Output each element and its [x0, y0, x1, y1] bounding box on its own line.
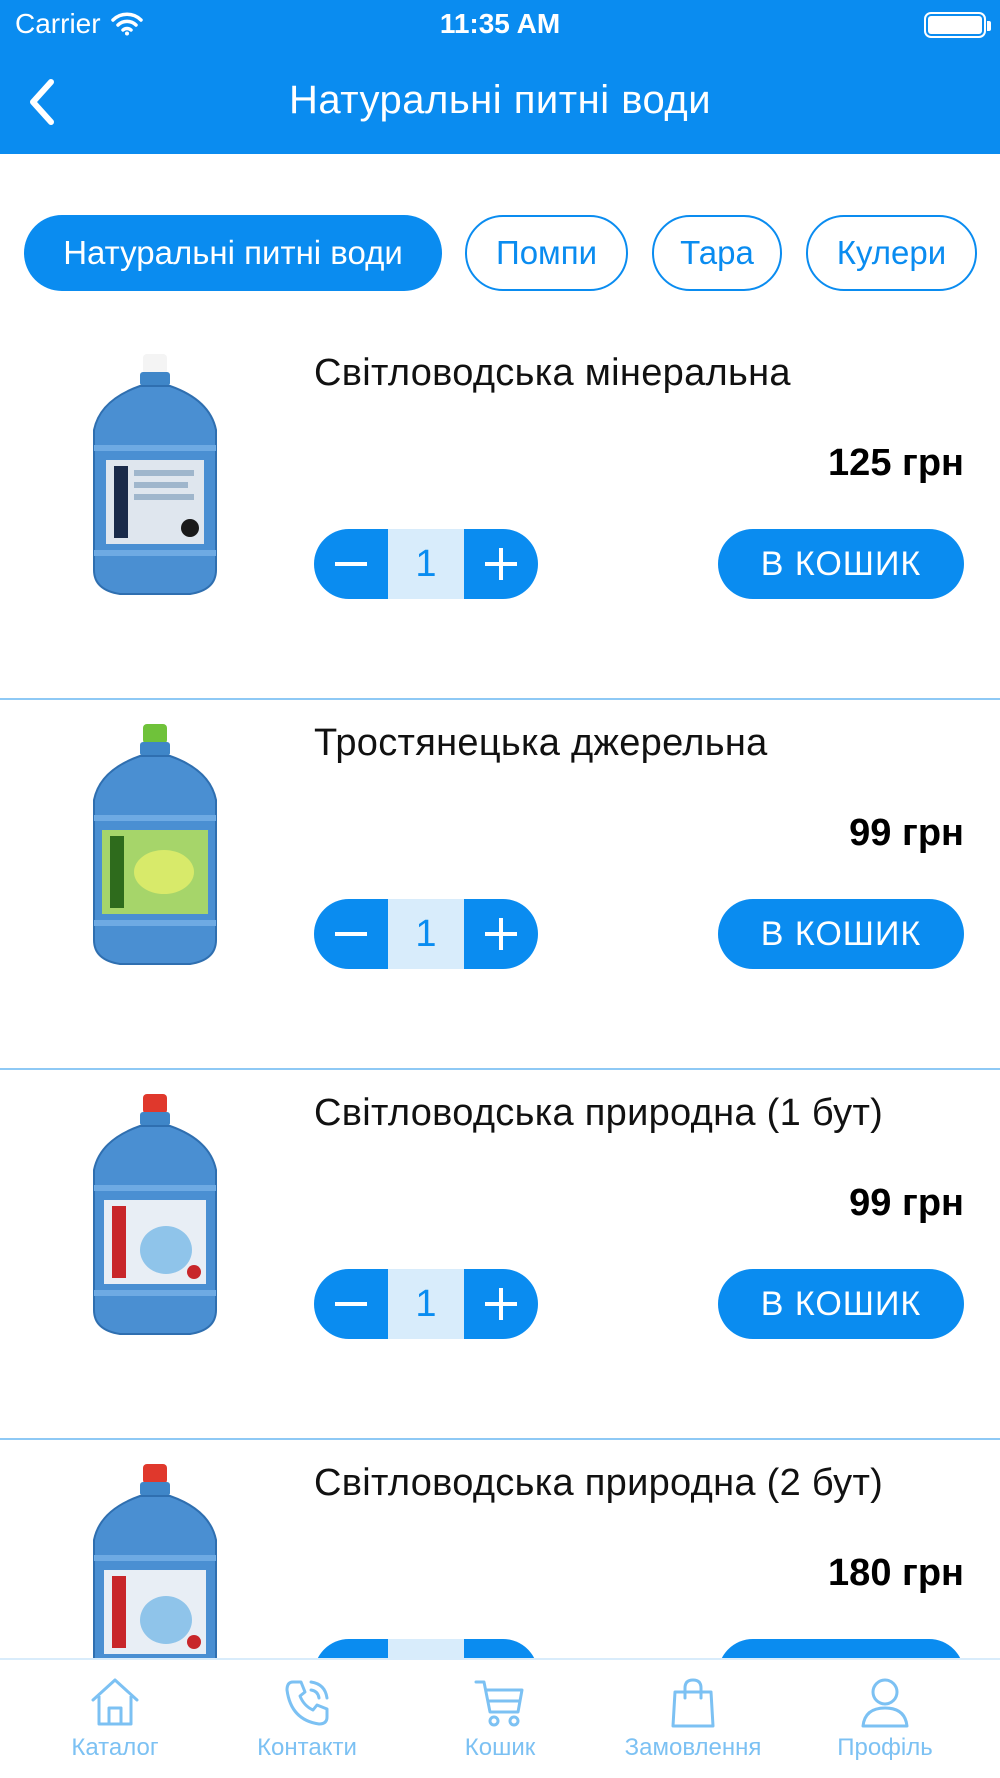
- quantity-stepper: 1: [314, 529, 538, 599]
- top-bar: Carrier 11:35 AM Натуральні питні води: [0, 0, 1000, 154]
- product-card: Світловодська природна (2 бут) 180 грн 1…: [0, 1440, 1000, 1658]
- increment-button[interactable]: [464, 899, 538, 969]
- bottle-cap: [143, 724, 167, 744]
- phone-icon: [285, 1680, 329, 1726]
- quantity-value[interactable]: 1: [388, 529, 464, 599]
- category-chip-containers[interactable]: Тара: [652, 215, 782, 291]
- navigation-bar: Натуральні питні води: [0, 66, 1000, 138]
- tab-catalog[interactable]: Каталог: [15, 1674, 215, 1774]
- decrement-button[interactable]: [314, 1639, 388, 1658]
- quantity-stepper: 1: [314, 899, 538, 969]
- product-name: Світловодська природна (1 бут): [314, 1092, 884, 1134]
- product-price: 99 грн: [849, 812, 964, 854]
- bottom-tab-bar: Каталог Контакти Кошик Замовлення Профіл…: [0, 1658, 1000, 1778]
- quantity-value[interactable]: 1: [388, 1639, 464, 1658]
- quantity-stepper: 1: [314, 1269, 538, 1339]
- category-filter: Натуральні питні води Помпи Тара Кулери: [0, 215, 1000, 291]
- decrement-button[interactable]: [314, 1269, 388, 1339]
- bottle-cap: [143, 1464, 167, 1484]
- tab-cart[interactable]: Кошик: [400, 1674, 600, 1774]
- product-list[interactable]: Світловодська мінеральна 125 грн 1 В КОШ…: [0, 330, 1000, 1658]
- water-bottle-image: [93, 354, 217, 595]
- product-card: Світловодська природна (1 бут) 99 грн 1 …: [0, 1070, 1000, 1440]
- status-bar: Carrier 11:35 AM: [0, 8, 1000, 44]
- water-bottle-image: [93, 1094, 217, 1335]
- product-name: Тростянецька джерельна: [314, 722, 768, 764]
- tab-label: Кошик: [464, 1734, 536, 1761]
- decrement-button[interactable]: [314, 899, 388, 969]
- tab-label: Контакти: [257, 1734, 357, 1761]
- page-title: Натуральні питні води: [288, 78, 712, 122]
- product-name: Світловодська мінеральна: [314, 352, 791, 394]
- cart-icon: [474, 1680, 524, 1727]
- add-to-cart-button[interactable]: В КОШИК: [718, 1639, 964, 1658]
- plus-icon: [485, 548, 517, 580]
- increment-button[interactable]: [464, 1269, 538, 1339]
- product-price: 180 грн: [828, 1552, 964, 1594]
- bottle-cap: [143, 354, 167, 374]
- category-chip-pumps[interactable]: Помпи: [465, 215, 628, 291]
- minus-icon: [335, 562, 367, 566]
- product-name: Світловодська природна (2 бут): [314, 1462, 884, 1504]
- minus-icon: [335, 1302, 367, 1306]
- product-price: 125 грн: [828, 442, 964, 484]
- add-to-cart-button[interactable]: В КОШИК: [718, 529, 964, 599]
- product-card: Світловодська мінеральна 125 грн 1 В КОШ…: [0, 330, 1000, 700]
- category-chip-coolers[interactable]: Кулери: [806, 215, 977, 291]
- decrement-button[interactable]: [314, 529, 388, 599]
- plus-icon: [485, 918, 517, 950]
- tab-label: Профіль: [837, 1734, 933, 1761]
- tab-label: Каталог: [71, 1734, 159, 1761]
- user-icon: [861, 1678, 909, 1728]
- tab-contacts[interactable]: Контакти: [207, 1674, 407, 1774]
- quantity-value[interactable]: 1: [388, 1269, 464, 1339]
- status-time: 11:35 AM: [439, 8, 561, 39]
- tab-label: Замовлення: [624, 1734, 762, 1761]
- water-bottle-image: [93, 724, 217, 965]
- home-icon: [91, 1678, 139, 1726]
- water-bottle-image: [93, 1464, 217, 1658]
- bag-icon: [671, 1678, 715, 1728]
- tab-profile[interactable]: Профіль: [785, 1674, 985, 1774]
- add-to-cart-button[interactable]: В КОШИК: [718, 1269, 964, 1339]
- add-to-cart-button[interactable]: В КОШИК: [718, 899, 964, 969]
- quantity-stepper: 1: [314, 1639, 538, 1658]
- increment-button[interactable]: [464, 529, 538, 599]
- quantity-value[interactable]: 1: [388, 899, 464, 969]
- battery-icon: [924, 12, 991, 38]
- plus-icon: [485, 1288, 517, 1320]
- minus-icon: [335, 932, 367, 936]
- category-chip-water[interactable]: Натуральні питні води: [24, 215, 442, 291]
- product-price: 99 грн: [849, 1182, 964, 1224]
- product-card: Тростянецька джерельна 99 грн 1 В КОШИК: [0, 700, 1000, 1070]
- bottle-cap: [143, 1094, 167, 1114]
- increment-button[interactable]: [464, 1639, 538, 1658]
- tab-orders[interactable]: Замовлення: [593, 1674, 793, 1774]
